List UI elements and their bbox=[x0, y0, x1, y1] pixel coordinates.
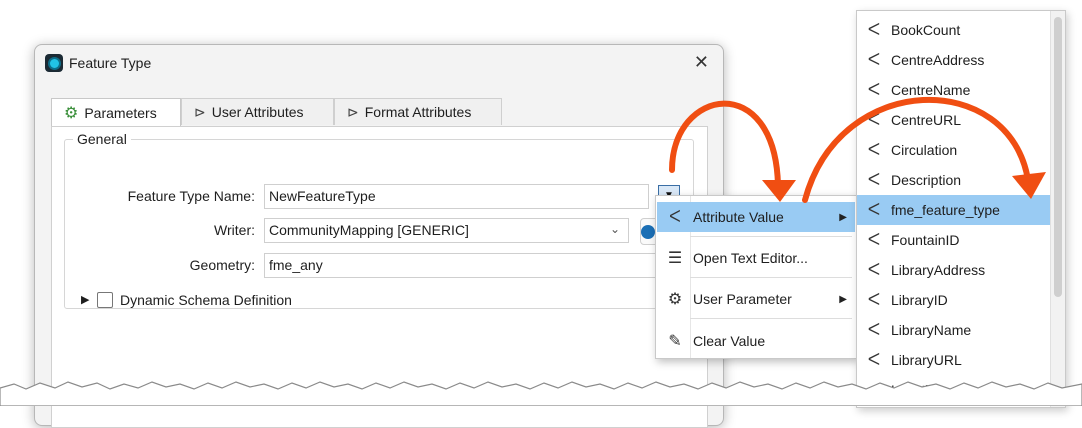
attribute-list-scrollbar[interactable] bbox=[1050, 11, 1065, 407]
attribute-name: CentreAddress bbox=[891, 52, 985, 68]
submenu-arrow-icon: ▶ bbox=[839, 211, 847, 223]
menu-item-attribute-value[interactable]: ᐸ Attribute Value ▶ bbox=[657, 202, 855, 232]
attribute-item-centreaddress[interactable]: ᐸ CentreAddress bbox=[857, 45, 1065, 75]
menu-item-open-text-editor[interactable]: ☰ Open Text Editor... bbox=[657, 243, 855, 273]
tab-format-attributes-label: Format Attributes bbox=[364, 104, 472, 120]
geometry-input[interactable]: fme_any bbox=[264, 253, 680, 278]
feature-type-name-input[interactable]: NewFeatureType bbox=[264, 184, 649, 209]
attributes-icon: ⊳ bbox=[347, 103, 359, 120]
text-editor-icon: ☰ bbox=[667, 250, 683, 267]
attribute-icon: ᐸ bbox=[867, 50, 881, 69]
close-icon[interactable]: ✕ bbox=[694, 53, 709, 71]
menu-item-label: Open Text Editor... bbox=[693, 250, 808, 266]
attribute-item-fountainid[interactable]: ᐸ FountainID bbox=[857, 225, 1065, 255]
attribute-name: fme_feature_type bbox=[891, 202, 1000, 218]
chevron-down-icon: ⌄ bbox=[609, 222, 620, 236]
value-context-menu: ᐸ Attribute Value ▶ ☰ Open Text Editor..… bbox=[655, 195, 857, 359]
tab-format-attributes[interactable]: ⊳ Format Attributes bbox=[334, 98, 502, 125]
general-group: General Feature Type Name: NewFeatureTyp… bbox=[64, 131, 694, 309]
attribute-list-menu: ᐸ BookCount ᐸ CentreAddress ᐸ CentreName… bbox=[856, 10, 1066, 408]
scrollbar-thumb[interactable] bbox=[1054, 17, 1062, 297]
expand-arrow-icon[interactable]: ▶ bbox=[81, 293, 89, 306]
menu-separator bbox=[690, 236, 852, 237]
attribute-name: Description bbox=[891, 172, 962, 188]
user-parameter-icon: ⚙ bbox=[667, 291, 683, 308]
writer-select[interactable]: CommunityMapping [GENERIC] ⌄ bbox=[264, 218, 629, 243]
attribute-name: FountainID bbox=[891, 232, 960, 248]
menu-item-label: Attribute Value bbox=[693, 209, 784, 225]
group-label-general: General bbox=[73, 131, 131, 147]
attribute-item-libraryid[interactable]: ᐸ LibraryID bbox=[857, 285, 1065, 315]
attribute-icon: ᐸ bbox=[867, 20, 881, 39]
attribute-item-libraryaddress[interactable]: ᐸ LibraryAddress bbox=[857, 255, 1065, 285]
attribute-name: CentreName bbox=[891, 82, 971, 98]
attribute-icon: ᐸ bbox=[867, 200, 881, 219]
dynamic-schema-label: Dynamic Schema Definition bbox=[120, 292, 292, 308]
attribute-icon: ᐸ bbox=[867, 230, 881, 249]
attribute-icon: ᐸ bbox=[867, 170, 881, 189]
title-bar: Feature Type ✕ bbox=[35, 45, 723, 83]
attribute-item-fme-feature-type[interactable]: ᐸ fme_feature_type bbox=[857, 195, 1065, 225]
attribute-icon: ᐸ bbox=[867, 110, 881, 129]
fme-app-icon bbox=[45, 54, 63, 72]
attribute-icon: ᐸ bbox=[669, 209, 681, 226]
attribute-icon: ᐸ bbox=[867, 290, 881, 309]
submenu-arrow-icon: ▶ bbox=[839, 293, 847, 305]
attribute-item-libraryname[interactable]: ᐸ LibraryName bbox=[857, 315, 1065, 345]
attribute-name: LibraryName bbox=[891, 322, 972, 338]
tab-user-attributes[interactable]: ⊳ User Attributes bbox=[181, 98, 334, 125]
attribute-item-bookcount[interactable]: ᐸ BookCount bbox=[857, 15, 1065, 45]
geometry-label: Geometry: bbox=[189, 257, 255, 273]
tab-parameters[interactable]: ⚙ Parameters bbox=[51, 98, 181, 127]
menu-separator bbox=[690, 277, 852, 278]
menu-item-clear-value[interactable]: ✎ Clear Value bbox=[657, 326, 855, 356]
writer-value: CommunityMapping [GENERIC] bbox=[269, 222, 469, 238]
writer-label: Writer: bbox=[214, 222, 255, 238]
attribute-item-circulation[interactable]: ᐸ Circulation bbox=[857, 135, 1065, 165]
attributes-icon: ⊳ bbox=[194, 103, 206, 120]
attribute-icon: ᐸ bbox=[867, 260, 881, 279]
attribute-item-description[interactable]: ᐸ Description bbox=[857, 165, 1065, 195]
feature-type-dialog: Feature Type ✕ ⚙ Parameters ⊳ User Attri… bbox=[34, 44, 724, 428]
attribute-icon: ᐸ bbox=[867, 320, 881, 339]
writer-icon bbox=[641, 225, 655, 239]
attribute-icon: ᐸ bbox=[867, 350, 881, 369]
attribute-name: LibraryAddress bbox=[891, 262, 986, 278]
gear-icon: ⚙ bbox=[64, 105, 79, 122]
torn-edge bbox=[0, 381, 1082, 406]
menu-item-label: User Parameter bbox=[693, 291, 792, 307]
tab-parameters-label: Parameters bbox=[84, 105, 157, 121]
menu-item-label: Clear Value bbox=[693, 333, 766, 349]
attribute-name: LibraryURL bbox=[891, 352, 962, 368]
menu-item-user-parameter[interactable]: ⚙ User Parameter ▶ bbox=[657, 284, 855, 314]
attribute-item-centreurl[interactable]: ᐸ CentreURL bbox=[857, 105, 1065, 135]
broom-icon: ✎ bbox=[668, 333, 682, 350]
dynamic-schema-checkbox[interactable] bbox=[97, 292, 113, 308]
tab-user-attributes-label: User Attributes bbox=[211, 104, 304, 120]
attribute-name: Circulation bbox=[891, 142, 958, 158]
attribute-name: BookCount bbox=[891, 22, 961, 38]
attribute-name: CentreURL bbox=[891, 112, 962, 128]
attribute-icon: ᐸ bbox=[867, 80, 881, 99]
attribute-icon: ᐸ bbox=[867, 140, 881, 159]
dialog-title: Feature Type bbox=[69, 55, 152, 71]
attribute-item-centrename[interactable]: ᐸ CentreName bbox=[857, 75, 1065, 105]
feature-type-name-label: Feature Type Name: bbox=[127, 188, 255, 204]
menu-separator bbox=[690, 318, 852, 319]
attribute-name: LibraryID bbox=[891, 292, 948, 308]
